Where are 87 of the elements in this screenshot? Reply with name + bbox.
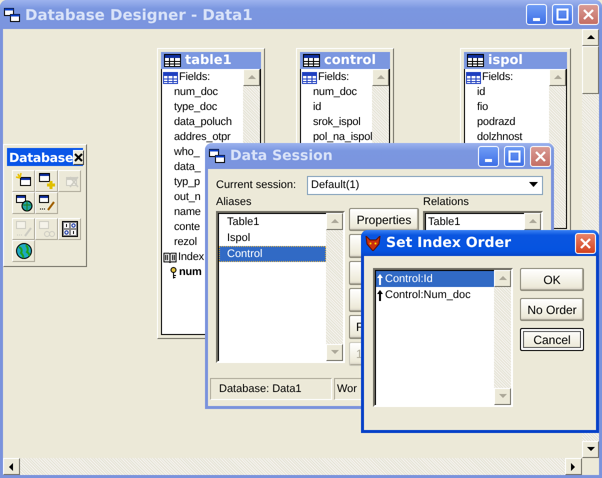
field-name: fio	[477, 100, 488, 115]
scroll-down-button[interactable]	[582, 441, 599, 458]
scroll-up-button[interactable]	[582, 29, 599, 46]
fields-label: Fields:	[179, 70, 210, 85]
maximize-button[interactable]	[504, 146, 525, 166]
relation-item[interactable]: Table1	[426, 214, 524, 230]
minimize-icon	[533, 18, 540, 20]
field-name: name	[174, 205, 201, 220]
dialog-button[interactable]: No Order	[520, 298, 584, 321]
status-text: Database: Data1	[210, 378, 332, 400]
fields-label: Fields:	[318, 70, 349, 85]
field-name: type_doc	[174, 100, 218, 115]
tool-button[interactable]	[35, 170, 58, 192]
ascending-arrow-icon	[377, 290, 383, 300]
field-name: num_doc	[174, 85, 218, 100]
session-label: Current session:	[216, 179, 298, 191]
field-name: pol_na_ispol	[313, 130, 372, 145]
field-name: rezol	[174, 235, 197, 250]
field-name: typ_p	[174, 175, 200, 190]
table-pencil-icon	[38, 194, 56, 212]
aliases-label: Aliases	[216, 196, 252, 208]
maximize-button[interactable]	[552, 4, 573, 25]
field-name: dolzhnost	[477, 130, 522, 145]
window-title: Data Session	[230, 148, 334, 164]
dropdown-arrow-icon	[529, 182, 538, 188]
globe-icon	[14, 242, 32, 260]
designer-icon	[4, 8, 20, 22]
minimize-button[interactable]	[478, 146, 499, 166]
relations-label: Relations	[423, 196, 470, 208]
grid-icon	[60, 220, 78, 238]
index-name: num	[179, 265, 202, 280]
window-title: Database Designer - Data1	[25, 6, 254, 24]
aliases-list[interactable]: Table1 Ispol Control	[216, 211, 345, 363]
field-name: who_	[174, 145, 200, 160]
field-name: podrazd	[477, 115, 516, 130]
field-name: num_doc	[313, 85, 357, 100]
tool-button[interactable]	[12, 240, 35, 262]
tool-button[interactable]	[12, 192, 35, 214]
table-globe-icon	[14, 194, 32, 212]
toolbar-title: Database	[9, 150, 74, 164]
close-icon	[74, 152, 84, 162]
fox-icon	[365, 236, 381, 250]
pencil-icon	[14, 220, 32, 238]
field-name: out_n	[174, 190, 201, 205]
alias-item[interactable]: Control	[219, 246, 326, 262]
table-name: control	[324, 53, 376, 68]
field-name: addres_otpr	[174, 130, 231, 145]
scroll-thumb[interactable]	[582, 46, 599, 94]
glasses-icon	[38, 220, 56, 238]
tool-button[interactable]	[35, 192, 58, 214]
field-name: id	[477, 85, 486, 100]
scroll-left-button[interactable]	[3, 458, 20, 475]
table-icon	[303, 54, 320, 67]
dialog-button[interactable]: Cancel	[520, 328, 584, 351]
session-dropdown[interactable]: Default(1)	[307, 176, 543, 194]
scroll-right-button[interactable]	[565, 458, 582, 475]
fields-label: Fields:	[482, 70, 513, 85]
table-name: table1	[185, 53, 232, 68]
field-name: data_	[174, 160, 201, 175]
maximize-icon	[506, 148, 523, 164]
session-icon	[209, 149, 225, 163]
table-icon	[164, 54, 181, 67]
table-name: ispol	[488, 53, 523, 68]
field-name: id	[313, 100, 322, 115]
index-list[interactable]: Control:Id Control:Num_doc	[373, 268, 513, 407]
dialog-button[interactable]: OK	[520, 268, 584, 291]
tool-button[interactable]	[58, 218, 81, 240]
minimize-icon	[485, 159, 492, 162]
close-button[interactable]	[73, 150, 84, 164]
key-icon	[169, 266, 178, 278]
tool-button[interactable]	[12, 170, 35, 192]
field-name: data_poluch	[174, 115, 232, 130]
session-button[interactable]: Properties	[349, 208, 419, 231]
table-icon	[467, 54, 484, 67]
index-item[interactable]: Control:Num_doc	[376, 287, 494, 303]
index-label: Index	[178, 250, 204, 265]
minimize-button[interactable]	[526, 4, 547, 25]
alias-item[interactable]: Table1	[219, 214, 326, 230]
ascending-arrow-icon	[377, 274, 383, 284]
field-name: srok_ispol	[313, 115, 361, 130]
maximize-icon	[554, 6, 571, 23]
index-item[interactable]: Control:Id	[376, 271, 494, 287]
add-table-icon	[38, 172, 56, 190]
alias-item[interactable]: Ispol	[219, 230, 326, 246]
field-name: conte	[174, 220, 200, 235]
window-title: Set Index Order	[386, 235, 512, 251]
horizontal-scrollbar[interactable]	[3, 458, 582, 475]
